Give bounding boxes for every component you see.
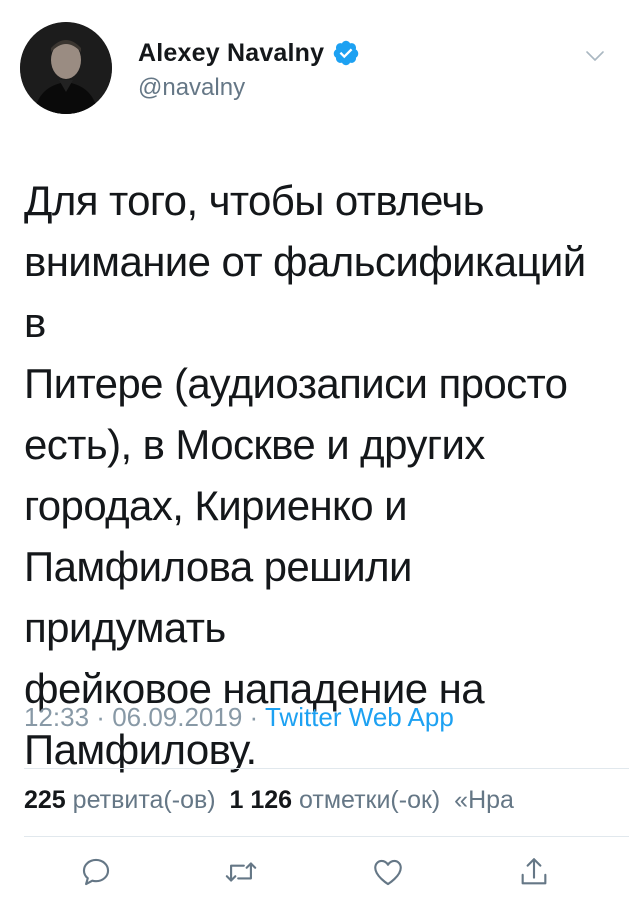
avatar-portrait-icon — [20, 22, 112, 114]
reply-icon — [82, 858, 110, 886]
verified-badge-icon — [333, 40, 359, 66]
avatar[interactable] — [20, 22, 112, 114]
meta-separator: · — [89, 702, 113, 732]
retweet-label[interactable]: ретвита(-ов) — [73, 786, 216, 814]
tweet-actions — [0, 852, 629, 892]
quote-fragment[interactable]: «Нра — [454, 786, 514, 814]
share-button[interactable] — [514, 852, 554, 892]
divider — [24, 768, 629, 769]
tweet-time[interactable]: 12:33 — [24, 702, 89, 732]
heart-icon — [374, 859, 402, 886]
chevron-down-icon[interactable] — [583, 44, 607, 68]
tweet-text: Для того, чтобы отвлечь внимание от фаль… — [24, 177, 586, 773]
like-button[interactable] — [368, 852, 408, 892]
like-label[interactable]: отметки(-ок) — [299, 786, 440, 814]
like-count[interactable]: 1 126 — [230, 786, 293, 814]
divider — [24, 836, 629, 837]
retweet-count[interactable]: 225 — [24, 786, 66, 814]
author-display-name[interactable]: Alexey Navalny — [138, 39, 324, 68]
tweet-card: Alexey Navalny @navalny Для того, чтобы … — [0, 0, 629, 900]
author-handle[interactable]: @navalny — [138, 74, 558, 102]
retweet-icon — [225, 862, 257, 882]
reply-button[interactable] — [76, 852, 116, 892]
meta-separator: · — [242, 702, 265, 732]
retweet-button[interactable] — [221, 852, 261, 892]
share-icon — [521, 858, 547, 885]
tweet-source-link[interactable]: Twitter Web App — [265, 702, 454, 732]
author-name-row: Alexey Navalny — [138, 36, 558, 70]
tweet-stats: 225 ретвита(-ов) 1 126 отметки(-ок) «Нра — [24, 786, 514, 815]
author-info: Alexey Navalny @navalny — [138, 36, 558, 102]
tweet-meta: 12:33 · 06.09.2019 · Twitter Web App — [24, 702, 454, 733]
tweet-date[interactable]: 06.09.2019 — [112, 702, 242, 732]
